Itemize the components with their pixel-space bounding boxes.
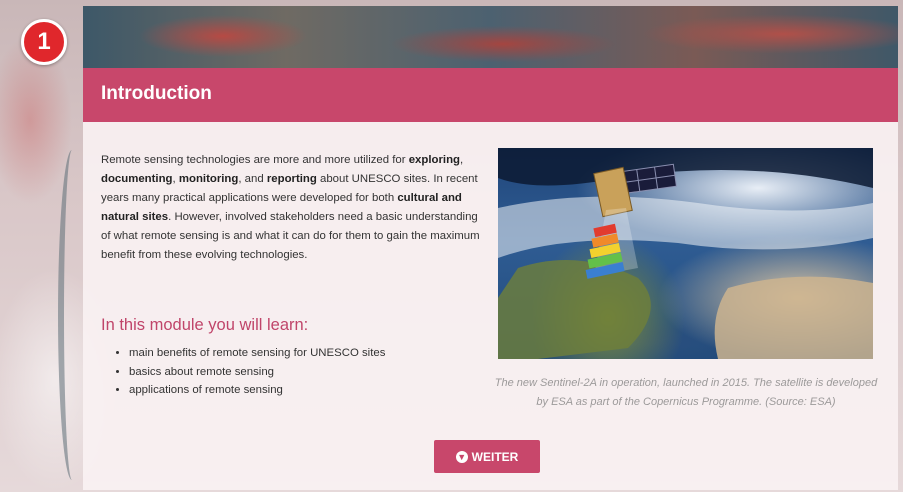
list-item: applications of remote sensing (129, 381, 385, 400)
intro-bold-monitoring: monitoring (178, 173, 239, 185)
page-title: Introduction (101, 83, 212, 104)
intro-bold-reporting: reporting (266, 173, 317, 185)
learn-list: main benefits of remote sensing for UNES… (101, 344, 385, 400)
image-caption: The new Sentinel-2A in operation, launch… (494, 377, 878, 408)
arrow-down-circle-icon: ▼ (455, 450, 468, 463)
satellite-illustration (498, 148, 873, 359)
list-item: basics about remote sensing (129, 363, 385, 382)
panel-header: Introduction (83, 68, 898, 122)
intro-sep-1: , (459, 154, 464, 166)
intro-sep-3: , and (238, 173, 267, 185)
sentinel-satellite-image (498, 148, 873, 359)
step-number-badge: 1 (21, 19, 67, 65)
intro-paragraph: Remote sensing technologies are more and… (101, 151, 481, 265)
intro-bold-exploring: exploring (408, 154, 460, 166)
intro-bold-documenting: documenting (101, 173, 173, 185)
weiter-button-label: WEITER (471, 449, 519, 464)
content-panel: Introduction Remote sensing technologies… (83, 68, 898, 490)
list-item: main benefits of remote sensing for UNES… (129, 344, 385, 363)
intro-text-1: Remote sensing technologies are more and… (101, 154, 409, 166)
learn-heading: In this module you will learn: (101, 316, 309, 334)
background-top-strip (83, 6, 898, 68)
background-river (58, 150, 86, 480)
weiter-button[interactable]: ▼ WEITER (434, 440, 540, 473)
